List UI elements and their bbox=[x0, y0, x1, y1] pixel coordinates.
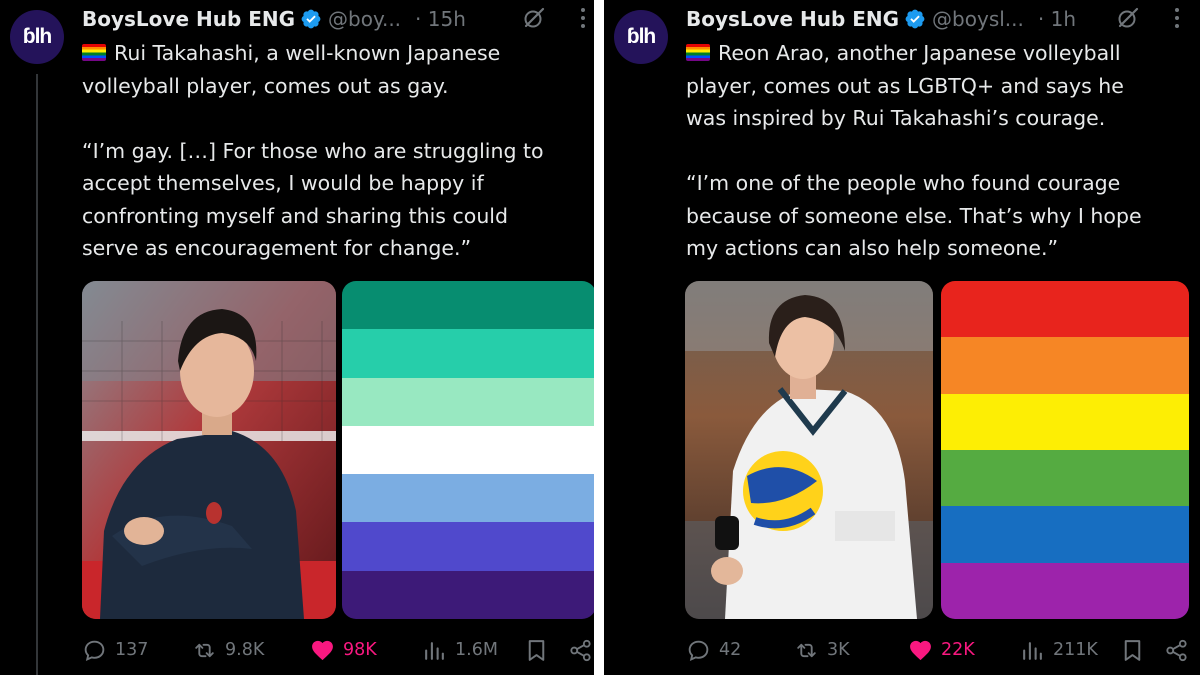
bookmark-button[interactable] bbox=[1120, 632, 1153, 668]
flag-stripe bbox=[342, 377, 594, 426]
gay-pride-flag[interactable] bbox=[342, 281, 594, 619]
flag-stripe bbox=[342, 570, 594, 619]
author-name[interactable]: BoysLove Hub ENG bbox=[686, 7, 899, 31]
rainbow-flag-emoji-icon bbox=[686, 44, 710, 61]
views-count: 211K bbox=[1053, 640, 1098, 660]
avatar[interactable]: ɓlh bbox=[10, 10, 64, 64]
views-count: 1.6M bbox=[455, 640, 498, 660]
verified-badge-icon bbox=[301, 9, 321, 29]
author-handle[interactable]: @boy... bbox=[328, 7, 401, 31]
like-button[interactable]: 22K bbox=[908, 632, 975, 668]
more-icon[interactable] bbox=[1174, 8, 1180, 28]
flag-stripe bbox=[941, 337, 1189, 394]
flag-stripe bbox=[342, 281, 594, 330]
heart-filled-icon bbox=[910, 640, 931, 660]
header-icons bbox=[1116, 6, 1180, 30]
bookmark-button[interactable] bbox=[524, 632, 557, 668]
repost-count: 9.8K bbox=[225, 640, 265, 660]
repost-count: 3K bbox=[827, 640, 850, 660]
reply-button[interactable]: 137 bbox=[82, 632, 148, 668]
post-header: BoysLove Hub ENG @boy... · 15h bbox=[82, 4, 466, 34]
views-button[interactable]: 1.6M bbox=[422, 632, 498, 668]
views-button[interactable]: 211K bbox=[1020, 632, 1098, 668]
reply-count: 42 bbox=[719, 640, 742, 660]
post-card[interactable]: ɓlh BoysLove Hub ENG @boysl... · 1h Reon… bbox=[604, 0, 1200, 675]
repost-button[interactable]: 3K bbox=[794, 632, 850, 668]
share-button[interactable] bbox=[1164, 632, 1197, 668]
heart-filled-icon bbox=[312, 640, 333, 660]
tweet-text: Reon Arao, another Japanese volleyball p… bbox=[686, 37, 1181, 265]
flag-stripe bbox=[941, 506, 1189, 563]
reply-icon bbox=[84, 640, 105, 661]
post-time[interactable]: · 15h bbox=[415, 7, 466, 31]
flag-stripe bbox=[342, 329, 594, 378]
flag-stripe bbox=[941, 393, 1189, 450]
author-name[interactable]: BoysLove Hub ENG bbox=[82, 7, 295, 31]
flag-stripe bbox=[342, 474, 594, 523]
views-chart-icon bbox=[1023, 641, 1042, 660]
tweet-text: Rui Takahashi, a well-known Japanese vol… bbox=[82, 37, 577, 265]
post-header: BoysLove Hub ENG @boysl... · 1h bbox=[686, 4, 1076, 34]
reply-icon bbox=[688, 640, 709, 661]
like-count: 98K bbox=[343, 640, 377, 660]
tweet-body: Rui Takahashi, a well-known Japanese vol… bbox=[82, 41, 544, 260]
grok-icon[interactable] bbox=[522, 6, 546, 30]
post-time[interactable]: · 1h bbox=[1038, 7, 1076, 31]
avatar[interactable]: ɓlh bbox=[614, 10, 668, 64]
like-button[interactable]: 98K bbox=[310, 632, 377, 668]
action-bar: 42 3K 22K 211K bbox=[686, 632, 1200, 668]
more-icon[interactable] bbox=[580, 8, 586, 28]
views-chart-icon bbox=[425, 641, 444, 660]
grok-icon[interactable] bbox=[1116, 6, 1140, 30]
author-handle[interactable]: @boysl... bbox=[932, 7, 1024, 31]
player-photo[interactable] bbox=[82, 281, 336, 619]
share-icon bbox=[570, 639, 591, 661]
share-button[interactable] bbox=[568, 632, 594, 668]
flag-stripe bbox=[342, 522, 594, 571]
repost-icon bbox=[195, 643, 214, 657]
repost-icon bbox=[797, 643, 816, 657]
reply-count: 137 bbox=[115, 640, 149, 660]
repost-button[interactable]: 9.8K bbox=[192, 632, 264, 668]
reply-button[interactable]: 42 bbox=[686, 632, 741, 668]
flag-stripe bbox=[941, 562, 1189, 619]
verified-badge-icon bbox=[905, 9, 925, 29]
action-bar: 137 9.8K 98K 1.6M bbox=[82, 632, 594, 668]
player-photo[interactable] bbox=[685, 281, 933, 619]
header-icons bbox=[522, 6, 586, 30]
player-photo-image bbox=[82, 281, 336, 619]
flag-stripe bbox=[941, 281, 1189, 338]
tweet-body: Reon Arao, another Japanese volleyball p… bbox=[686, 41, 1142, 260]
avatar-logo: ɓlh bbox=[626, 25, 656, 48]
flag-stripe bbox=[941, 449, 1189, 507]
post-card[interactable]: ɓlh BoysLove Hub ENG @boy... · 15h Rui T… bbox=[0, 0, 594, 675]
rainbow-pride-flag[interactable] bbox=[941, 281, 1189, 619]
rainbow-flag-emoji-icon bbox=[82, 44, 106, 61]
share-icon bbox=[1166, 639, 1187, 661]
thread-line bbox=[36, 74, 38, 675]
like-count: 22K bbox=[941, 640, 975, 660]
avatar-logo: ɓlh bbox=[22, 25, 52, 48]
bookmark-icon bbox=[528, 639, 545, 661]
bookmark-icon bbox=[1124, 639, 1141, 661]
player-photo-image bbox=[685, 281, 933, 619]
flag-stripe bbox=[342, 425, 594, 475]
